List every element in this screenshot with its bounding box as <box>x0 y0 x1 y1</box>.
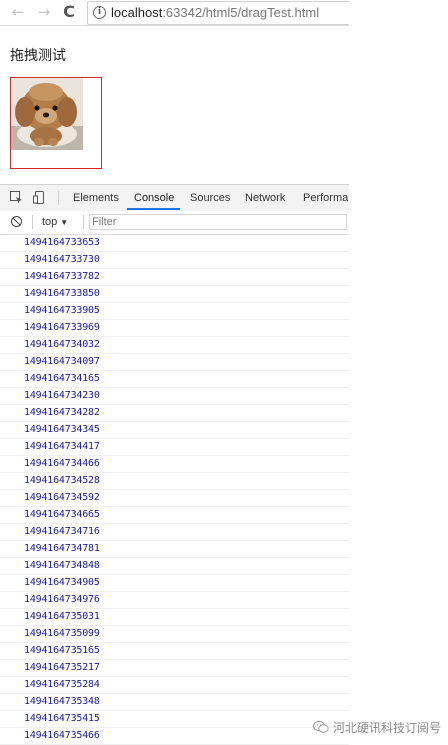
console-log-text: 1494164734781 <box>24 543 100 554</box>
console-log-row: 1494164735466 <box>0 728 349 745</box>
console-log-row: 1494164734848 <box>0 558 349 575</box>
console-log-text: 1494164734230 <box>24 390 100 401</box>
console-log-row: 1494164734032 <box>0 337 349 354</box>
console-log-row: 1494164733730 <box>0 252 349 269</box>
console-log-row: 1494164734976 <box>0 592 349 609</box>
console-log-row: 1494164734230 <box>0 388 349 405</box>
toolbar-divider <box>83 215 84 229</box>
reload-icon[interactable]: C <box>60 3 78 21</box>
console-log-text: 1494164735031 <box>24 611 100 622</box>
console-log-row: 1494164734528 <box>0 473 349 490</box>
tab-sources[interactable]: Sources <box>190 192 230 204</box>
console-log-text: 1494164734592 <box>24 492 100 503</box>
console-log-row: 1494164733905 <box>0 303 349 320</box>
tab-network[interactable]: Network <box>245 192 285 204</box>
console-log-row: 1494164733850 <box>0 286 349 303</box>
console-output: 1494164733653 1494164733730 1494164733782 1… <box>0 235 349 745</box>
console-log-row: 1494164733969 <box>0 320 349 337</box>
address-bar[interactable]: i localhost:63342/html5/dragTest.html <box>87 1 349 25</box>
dog-image[interactable] <box>11 78 83 150</box>
console-log-row: 1494164734345 <box>0 422 349 439</box>
console-log-text: 1494164733905 <box>24 305 100 316</box>
console-log-row: 1494164734417 <box>0 439 349 456</box>
page-title: 拖拽测试 <box>10 47 66 63</box>
browser-window: ← → C i localhost:63342/html5/dragTest.h… <box>0 0 349 745</box>
devtools-tabbar: Elements Console Sources Network Perform… <box>0 184 349 212</box>
console-log-text: 1494164735165 <box>24 645 100 656</box>
context-label: top <box>42 216 58 228</box>
url-host: localhost <box>111 5 163 20</box>
console-log-text: 1494164735099 <box>24 628 100 639</box>
console-log-row: 1494164734466 <box>0 456 349 473</box>
console-log-text: 1494164734528 <box>24 475 100 486</box>
console-log-row: 1494164735415 <box>0 711 349 728</box>
tab-performance[interactable]: Performar <box>303 192 349 204</box>
console-log-row: 1494164734716 <box>0 524 349 541</box>
tab-console[interactable]: Console <box>134 192 174 204</box>
inspect-element-icon[interactable] <box>10 191 23 204</box>
wechat-icon <box>313 720 329 733</box>
console-log-row: 1494164735099 <box>0 626 349 643</box>
dog-photo <box>11 78 83 150</box>
dropdown-arrow-icon: ▼ <box>60 218 69 227</box>
tab-divider <box>58 191 59 205</box>
console-log-row: 1494164735284 <box>0 677 349 694</box>
console-log-row: 1494164735165 <box>0 643 349 660</box>
console-toolbar: top ▼ <box>0 211 349 235</box>
console-log-row: 1494164734665 <box>0 507 349 524</box>
console-log-text: 1494164734905 <box>24 577 100 588</box>
info-icon[interactable]: i <box>93 6 106 19</box>
console-log-row: 1494164735348 <box>0 694 349 711</box>
watermark-text: 河北硬讯科技订阅号 <box>333 721 442 735</box>
console-log-row: 1494164734592 <box>0 490 349 507</box>
console-log-row: 1494164734781 <box>0 541 349 558</box>
console-log-text: 1494164734716 <box>24 526 100 537</box>
console-log-text: 1494164733653 <box>24 237 100 248</box>
console-log-text: 1494164733730 <box>24 254 100 265</box>
console-log-text: 1494164735217 <box>24 662 100 673</box>
console-log-text: 1494164734345 <box>24 424 100 435</box>
console-log-text: 1494164733969 <box>24 322 100 333</box>
console-log-row: 1494164733653 <box>0 235 349 252</box>
console-log-row: 1494164734905 <box>0 575 349 592</box>
console-log-text: 1494164734165 <box>24 373 100 384</box>
console-log-text: 1494164734466 <box>24 458 100 469</box>
active-tab-indicator <box>127 208 180 210</box>
context-selector[interactable]: top ▼ <box>42 216 68 228</box>
clear-console-icon[interactable] <box>11 216 22 227</box>
console-log-text: 1494164734032 <box>24 339 100 350</box>
console-log-text: 1494164734665 <box>24 509 100 520</box>
console-log-row: 1494164735031 <box>0 609 349 626</box>
console-log-text: 1494164733850 <box>24 288 100 299</box>
browser-toolbar: ← → C i localhost:63342/html5/dragTest.h… <box>0 0 349 26</box>
url-text[interactable]: localhost:63342/html5/dragTest.html <box>111 5 319 20</box>
console-log-text: 1494164734417 <box>24 441 100 452</box>
console-log-text: 1494164734848 <box>24 560 100 571</box>
console-log-text: 1494164735284 <box>24 679 100 690</box>
console-log-row: 1494164734282 <box>0 405 349 422</box>
console-log-row: 1494164734165 <box>0 371 349 388</box>
url-path: :63342/html5/dragTest.html <box>162 5 320 20</box>
console-log-text: 1494164734097 <box>24 356 100 367</box>
arrow-left-icon[interactable]: ← <box>9 3 27 21</box>
console-log-text: 1494164734976 <box>24 594 100 605</box>
console-log-row: 1494164733782 <box>0 269 349 286</box>
console-log-text: 1494164735415 <box>24 713 100 724</box>
console-log-text: 1494164733782 <box>24 271 100 282</box>
arrow-right-icon[interactable]: → <box>35 3 53 21</box>
tab-elements[interactable]: Elements <box>73 192 119 204</box>
toolbar-divider <box>32 215 33 229</box>
console-log-row: 1494164735217 <box>0 660 349 677</box>
console-log-text: 1494164735466 <box>24 730 100 741</box>
device-toolbar-icon[interactable] <box>33 191 46 204</box>
console-log-row: 1494164734097 <box>0 354 349 371</box>
console-log-text: 1494164734282 <box>24 407 100 418</box>
console-log-text: 1494164735348 <box>24 696 100 707</box>
console-filter-input[interactable] <box>89 214 347 230</box>
